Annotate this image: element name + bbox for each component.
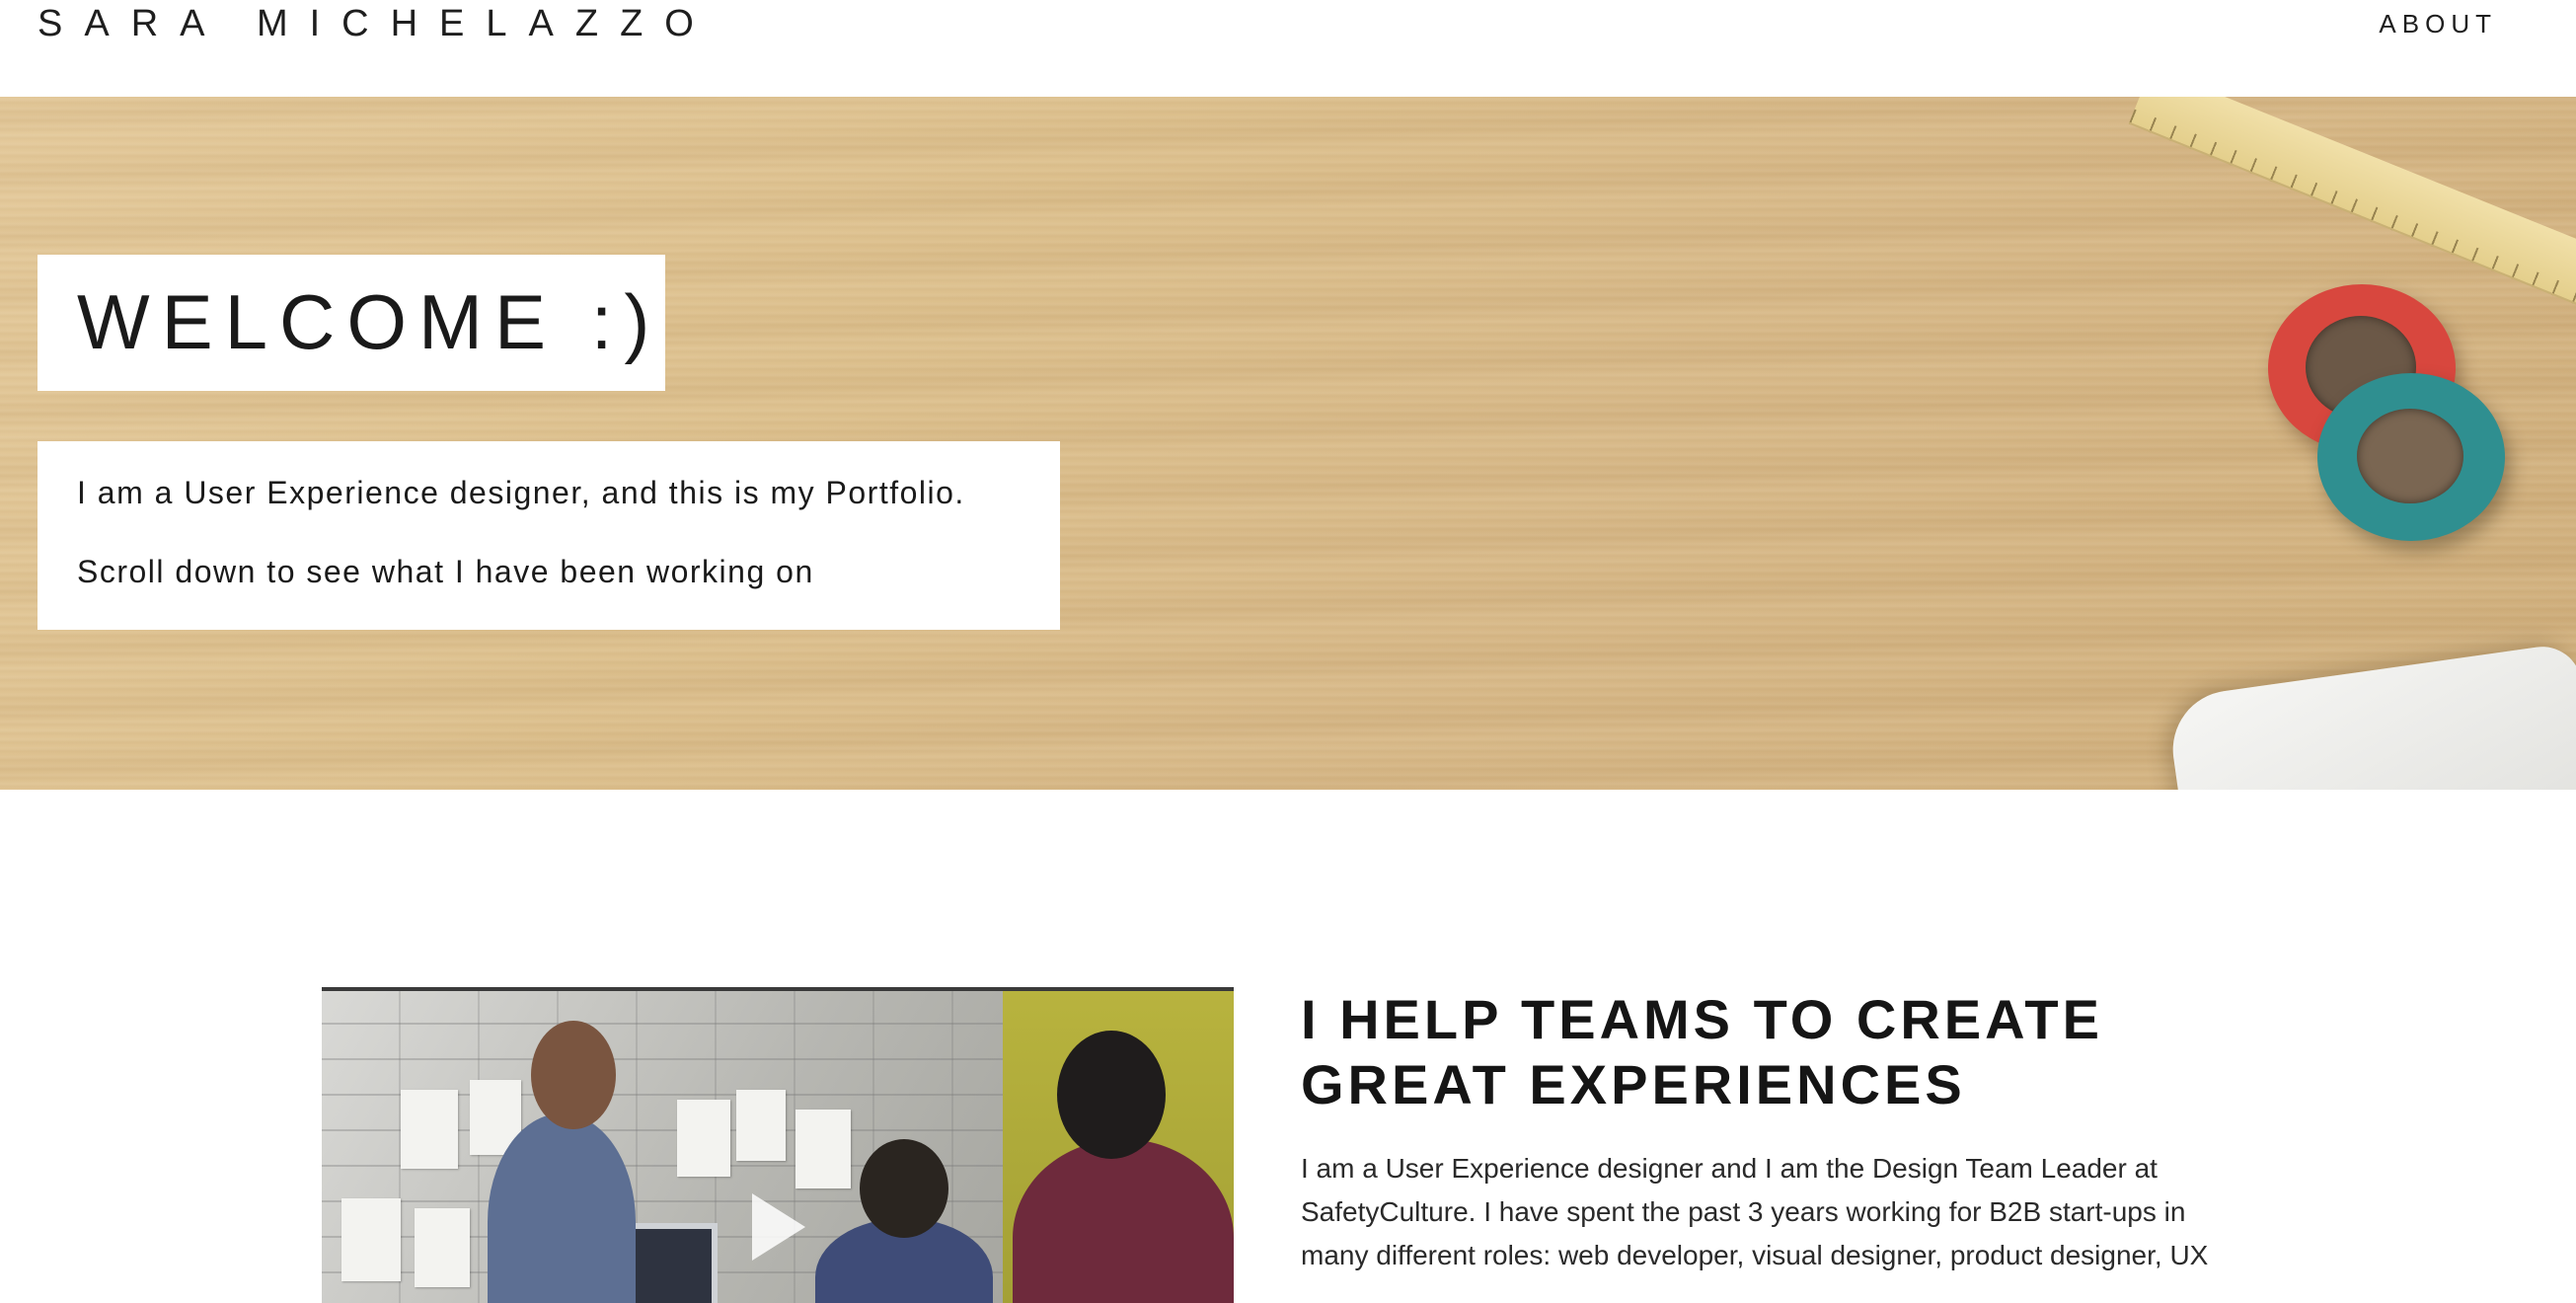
hero-banner: WELCOME :) I am a User Experience design… (0, 97, 2576, 790)
body-line: SafetyCulture. I have spent the past 3 y… (1301, 1196, 2186, 1227)
section-body-text: I am a User Experience designer and I am… (1301, 1147, 2248, 1277)
site-title[interactable]: SARA MICHELAZZO (38, 3, 716, 44)
play-icon[interactable] (752, 1193, 805, 1261)
wall-paper (401, 1090, 458, 1169)
wall-paper (677, 1100, 730, 1177)
person-figure (531, 1021, 616, 1129)
welcome-heading: WELCOME :) (77, 278, 662, 365)
body-line: I am a User Experience designer and I am… (1301, 1153, 2158, 1184)
laptop-corner-decoration (2164, 642, 2576, 790)
heading-line: I HELP TEAMS TO CREATE (1301, 988, 2103, 1050)
wall-paper (341, 1198, 401, 1281)
intro-text-line: Scroll down to see what I have been work… (77, 554, 814, 589)
person-figure (860, 1139, 948, 1238)
site-header: SARA MICHELAZZO ABOUT (0, 0, 2576, 97)
team-video-thumbnail[interactable] (322, 987, 1234, 1303)
teal-tape-roll-decoration (2317, 373, 2505, 541)
welcome-box: WELCOME :) (38, 255, 665, 391)
intro-text-line: I am a User Experience designer, and thi… (77, 475, 965, 510)
intro-box: I am a User Experience designer, and thi… (38, 441, 1060, 630)
wall-paper (796, 1110, 851, 1188)
nav-about-link[interactable]: ABOUT (2379, 8, 2497, 39)
section-heading: I HELP TEAMS TO CREATE GREAT EXPERIENCES (1301, 987, 2189, 1117)
heading-line: GREAT EXPERIENCES (1301, 1053, 1966, 1115)
wall-paper (736, 1090, 786, 1161)
person-figure (1057, 1031, 1166, 1159)
monitor-in-video (623, 1223, 718, 1303)
body-line: many different roles: web developer, vis… (1301, 1240, 2209, 1270)
wall-paper (415, 1208, 470, 1287)
